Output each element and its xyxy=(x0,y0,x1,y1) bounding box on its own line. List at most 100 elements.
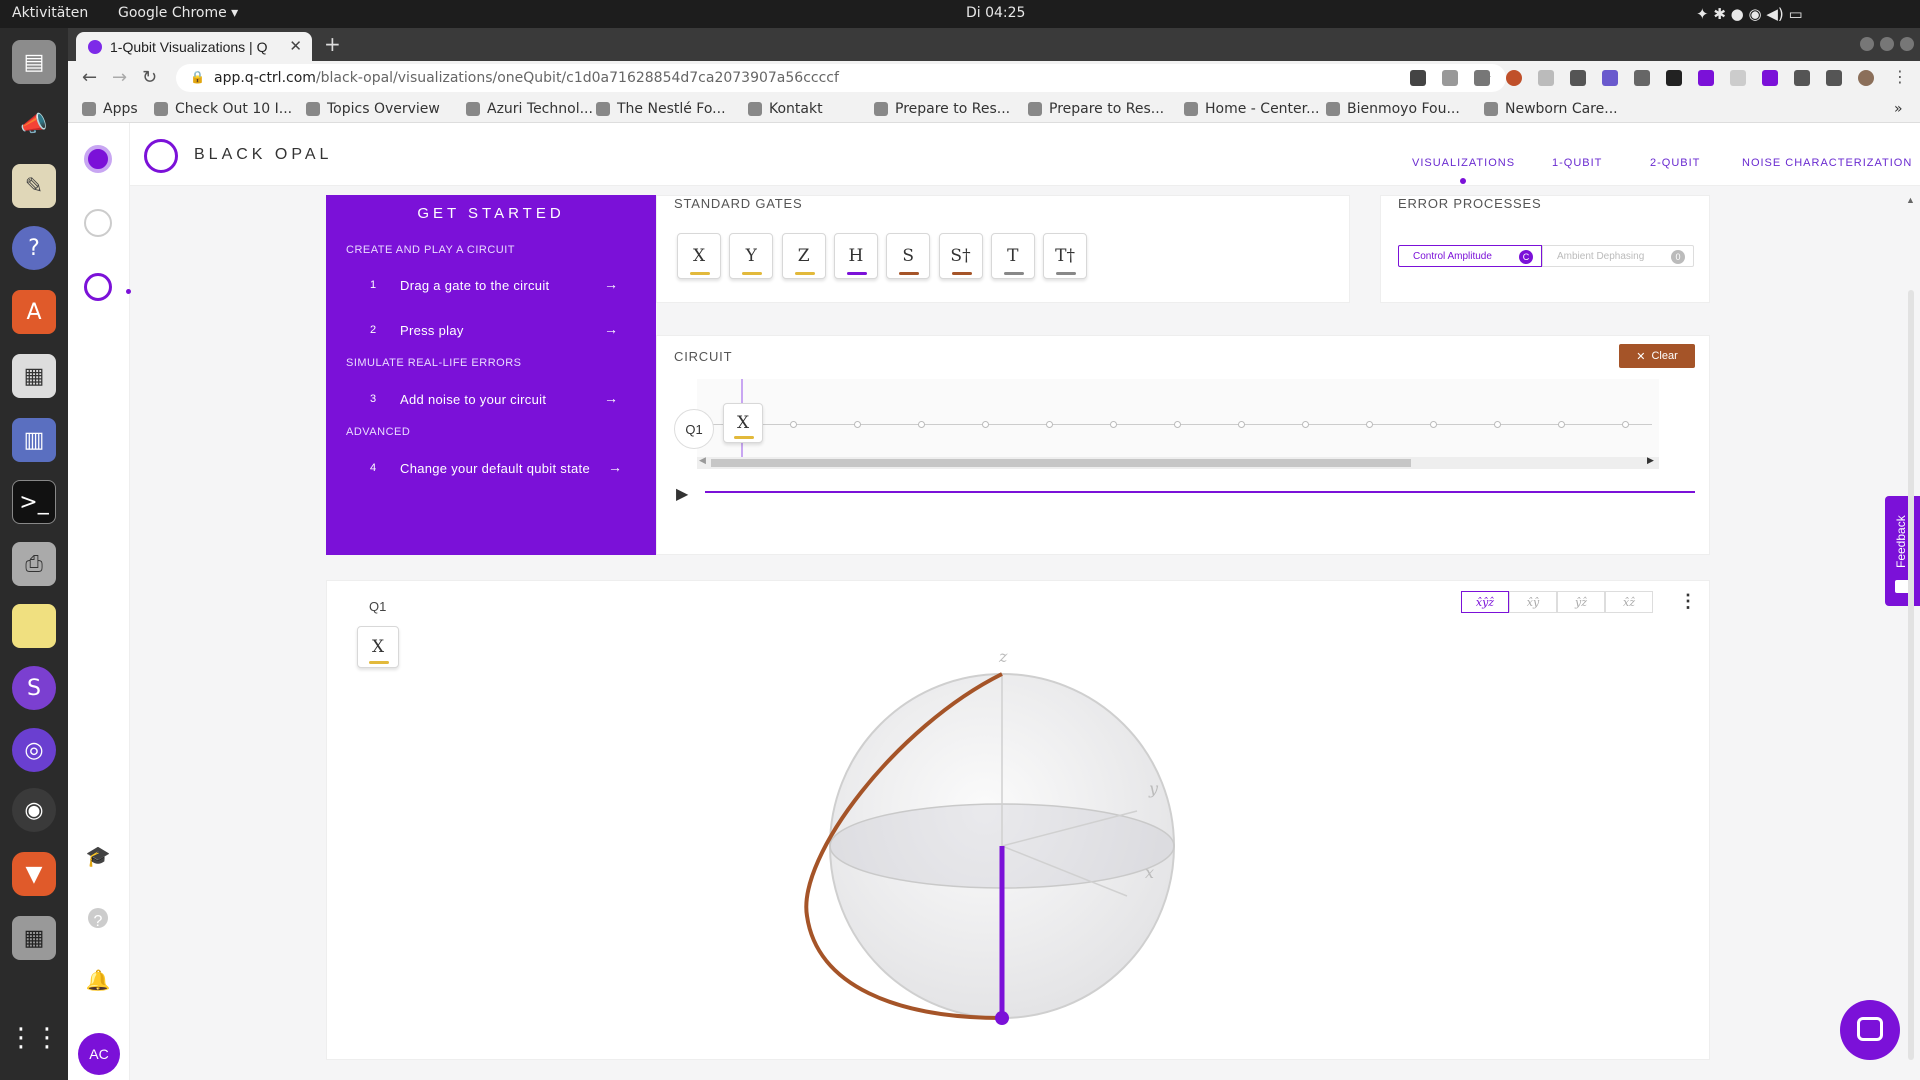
bookmark-item[interactable]: The Nestlé Fo... xyxy=(596,101,726,117)
circuit-slot[interactable] xyxy=(982,421,989,428)
bookmarks-overflow-icon[interactable]: » xyxy=(1894,101,1903,117)
extension-icon[interactable] xyxy=(1538,70,1554,86)
opal-home-icon[interactable] xyxy=(84,145,112,173)
notes-icon[interactable] xyxy=(12,604,56,648)
bloch-sphere[interactable]: z y x xyxy=(777,616,1227,1046)
circuit-slot[interactable] xyxy=(790,421,797,428)
bookmark-item[interactable]: Topics Overview xyxy=(306,101,440,117)
circuit-slot[interactable] xyxy=(1494,421,1501,428)
printer-icon[interactable]: ⎙ xyxy=(12,542,56,586)
circuit-gate-x[interactable]: X xyxy=(723,403,763,443)
visualizations-icon[interactable] xyxy=(84,273,112,301)
nav-1-qubit[interactable]: 1-QUBIT xyxy=(1552,157,1602,169)
reload-icon[interactable]: ↻ xyxy=(142,67,157,88)
bookmark-item[interactable]: Apps xyxy=(82,101,138,117)
help-icon[interactable]: ? xyxy=(88,908,108,930)
chat-launcher-button[interactable] xyxy=(1840,1000,1900,1060)
gate-6[interactable]: S† xyxy=(938,233,983,279)
forward-icon[interactable]: → xyxy=(112,67,127,88)
scroll-left-icon[interactable]: ◀ xyxy=(699,455,706,466)
scrollbar-thumb[interactable] xyxy=(711,459,1411,467)
new-tab-icon[interactable]: + xyxy=(324,32,341,56)
url-input[interactable]: 🔒 app.q-ctrl.com/black-opal/visualizatio… xyxy=(176,64,1506,92)
browser-menu-icon[interactable]: ⋮ xyxy=(1892,67,1908,86)
extension-icon[interactable] xyxy=(1506,70,1522,86)
extension-icon[interactable] xyxy=(1602,70,1618,86)
files-icon[interactable]: ▤ xyxy=(12,40,56,84)
megaphone-icon[interactable]: 📣 xyxy=(12,102,56,146)
scroll-up-icon[interactable]: ▲ xyxy=(1906,195,1916,211)
extension-icon[interactable] xyxy=(1442,70,1458,86)
terminal-icon[interactable]: >_ xyxy=(12,480,56,524)
scroll-right-icon[interactable]: ▶ xyxy=(1647,455,1654,466)
more-options-icon[interactable]: ⋮ xyxy=(1679,591,1697,612)
show-apps-icon[interactable]: ⋮⋮ xyxy=(8,1016,60,1060)
gate-8[interactable]: T† xyxy=(1043,233,1088,279)
feedback-tab[interactable]: Feedback xyxy=(1885,496,1920,606)
calculator-icon[interactable]: ▦ xyxy=(12,916,56,960)
nav-noise-characterization[interactable]: NOISE CHARACTERIZATION xyxy=(1742,157,1912,169)
control-amplitude-toggle[interactable]: Control Amplitude C xyxy=(1398,245,1542,267)
notification-bell-icon[interactable]: 🔔 xyxy=(84,968,112,996)
circuit-slot[interactable] xyxy=(1302,421,1309,428)
gate-2[interactable]: Y xyxy=(729,233,774,279)
bookmark-item[interactable]: Home - Center... xyxy=(1184,101,1319,117)
user-avatar[interactable]: AC xyxy=(78,1033,120,1075)
back-icon[interactable]: ← xyxy=(82,67,97,88)
extension-icon[interactable] xyxy=(1410,70,1426,86)
circuit-slot[interactable] xyxy=(1558,421,1565,428)
bookmark-item[interactable]: Azuri Technol... xyxy=(466,101,593,117)
extension-icon[interactable] xyxy=(1474,70,1490,86)
text-editor-icon[interactable]: ✎ xyxy=(12,164,56,208)
clock[interactable]: Di 04:25 xyxy=(966,5,1025,21)
extension-icon[interactable] xyxy=(1698,70,1714,86)
extensions-puzzle-icon[interactable] xyxy=(1794,70,1810,86)
learn-globe-icon[interactable] xyxy=(84,209,112,237)
circuit-slot[interactable] xyxy=(1110,421,1117,428)
bookmark-item[interactable]: Check Out 10 I... xyxy=(154,101,292,117)
view-button-2[interactable]: x̂ŷ xyxy=(1509,591,1557,613)
gate-4[interactable]: H xyxy=(833,233,878,279)
gate-5[interactable]: S xyxy=(886,233,931,279)
extension-icon[interactable] xyxy=(1634,70,1650,86)
s-app-icon[interactable]: S xyxy=(12,666,56,710)
ambient-dephasing-toggle[interactable]: Ambient Dephasing 0 xyxy=(1542,245,1694,267)
kanban-icon[interactable]: ▥ xyxy=(12,418,56,462)
extension-icon[interactable] xyxy=(1570,70,1586,86)
media-icon[interactable] xyxy=(1826,70,1842,86)
circuit-slot[interactable] xyxy=(1174,421,1181,428)
view-button-4[interactable]: x̂ẑ xyxy=(1605,591,1653,613)
clear-button[interactable]: ✕ Clear xyxy=(1619,344,1695,368)
brand-name[interactable]: BLACK OPAL xyxy=(194,146,332,164)
software-center-icon[interactable]: A xyxy=(12,290,56,334)
chrome-icon[interactable]: ◉ xyxy=(12,788,56,832)
bookmark-item[interactable]: Prepare to Res... xyxy=(1028,101,1164,117)
extension-icon[interactable] xyxy=(1730,70,1746,86)
play-button[interactable]: ▶ xyxy=(676,484,688,504)
progress-track[interactable] xyxy=(705,491,1695,493)
profile-avatar-icon[interactable] xyxy=(1858,70,1874,86)
graduation-cap-icon[interactable]: 🎓 xyxy=(84,844,112,872)
bookmark-item[interactable]: Newborn Care... xyxy=(1484,101,1618,117)
presentation-icon[interactable]: ▦ xyxy=(12,354,56,398)
circuit-slot[interactable] xyxy=(854,421,861,428)
tab-active[interactable]: 1-Qubit Visualizations | Q ✕ xyxy=(76,32,312,61)
view-button-1[interactable]: x̂ŷẑ xyxy=(1461,591,1509,613)
maximize-icon[interactable] xyxy=(1880,37,1894,51)
black-opal-logo-icon[interactable] xyxy=(144,139,178,173)
help-icon[interactable]: ? xyxy=(12,226,56,270)
extension-icon[interactable] xyxy=(1666,70,1682,86)
gate-1[interactable]: X xyxy=(677,233,721,279)
tray-icons[interactable]: ✦ ✱ ● ◉ ◀) ▭ xyxy=(1696,5,1803,23)
circuit-slot[interactable] xyxy=(1046,421,1053,428)
circuit-track[interactable]: X ◀ ▶ xyxy=(697,379,1659,469)
minimize-icon[interactable] xyxy=(1860,37,1874,51)
browser-alt-icon[interactable]: ◎ xyxy=(12,728,56,772)
view-button-3[interactable]: ŷẑ xyxy=(1557,591,1605,613)
app-menu[interactable]: Google Chrome ▾ xyxy=(118,5,238,21)
gate-7[interactable]: T xyxy=(990,233,1035,279)
nav-visualizations[interactable]: VISUALIZATIONS xyxy=(1412,157,1515,169)
circuit-slot[interactable] xyxy=(1430,421,1437,428)
circuit-slot[interactable] xyxy=(918,421,925,428)
circuit-slot[interactable] xyxy=(1366,421,1373,428)
